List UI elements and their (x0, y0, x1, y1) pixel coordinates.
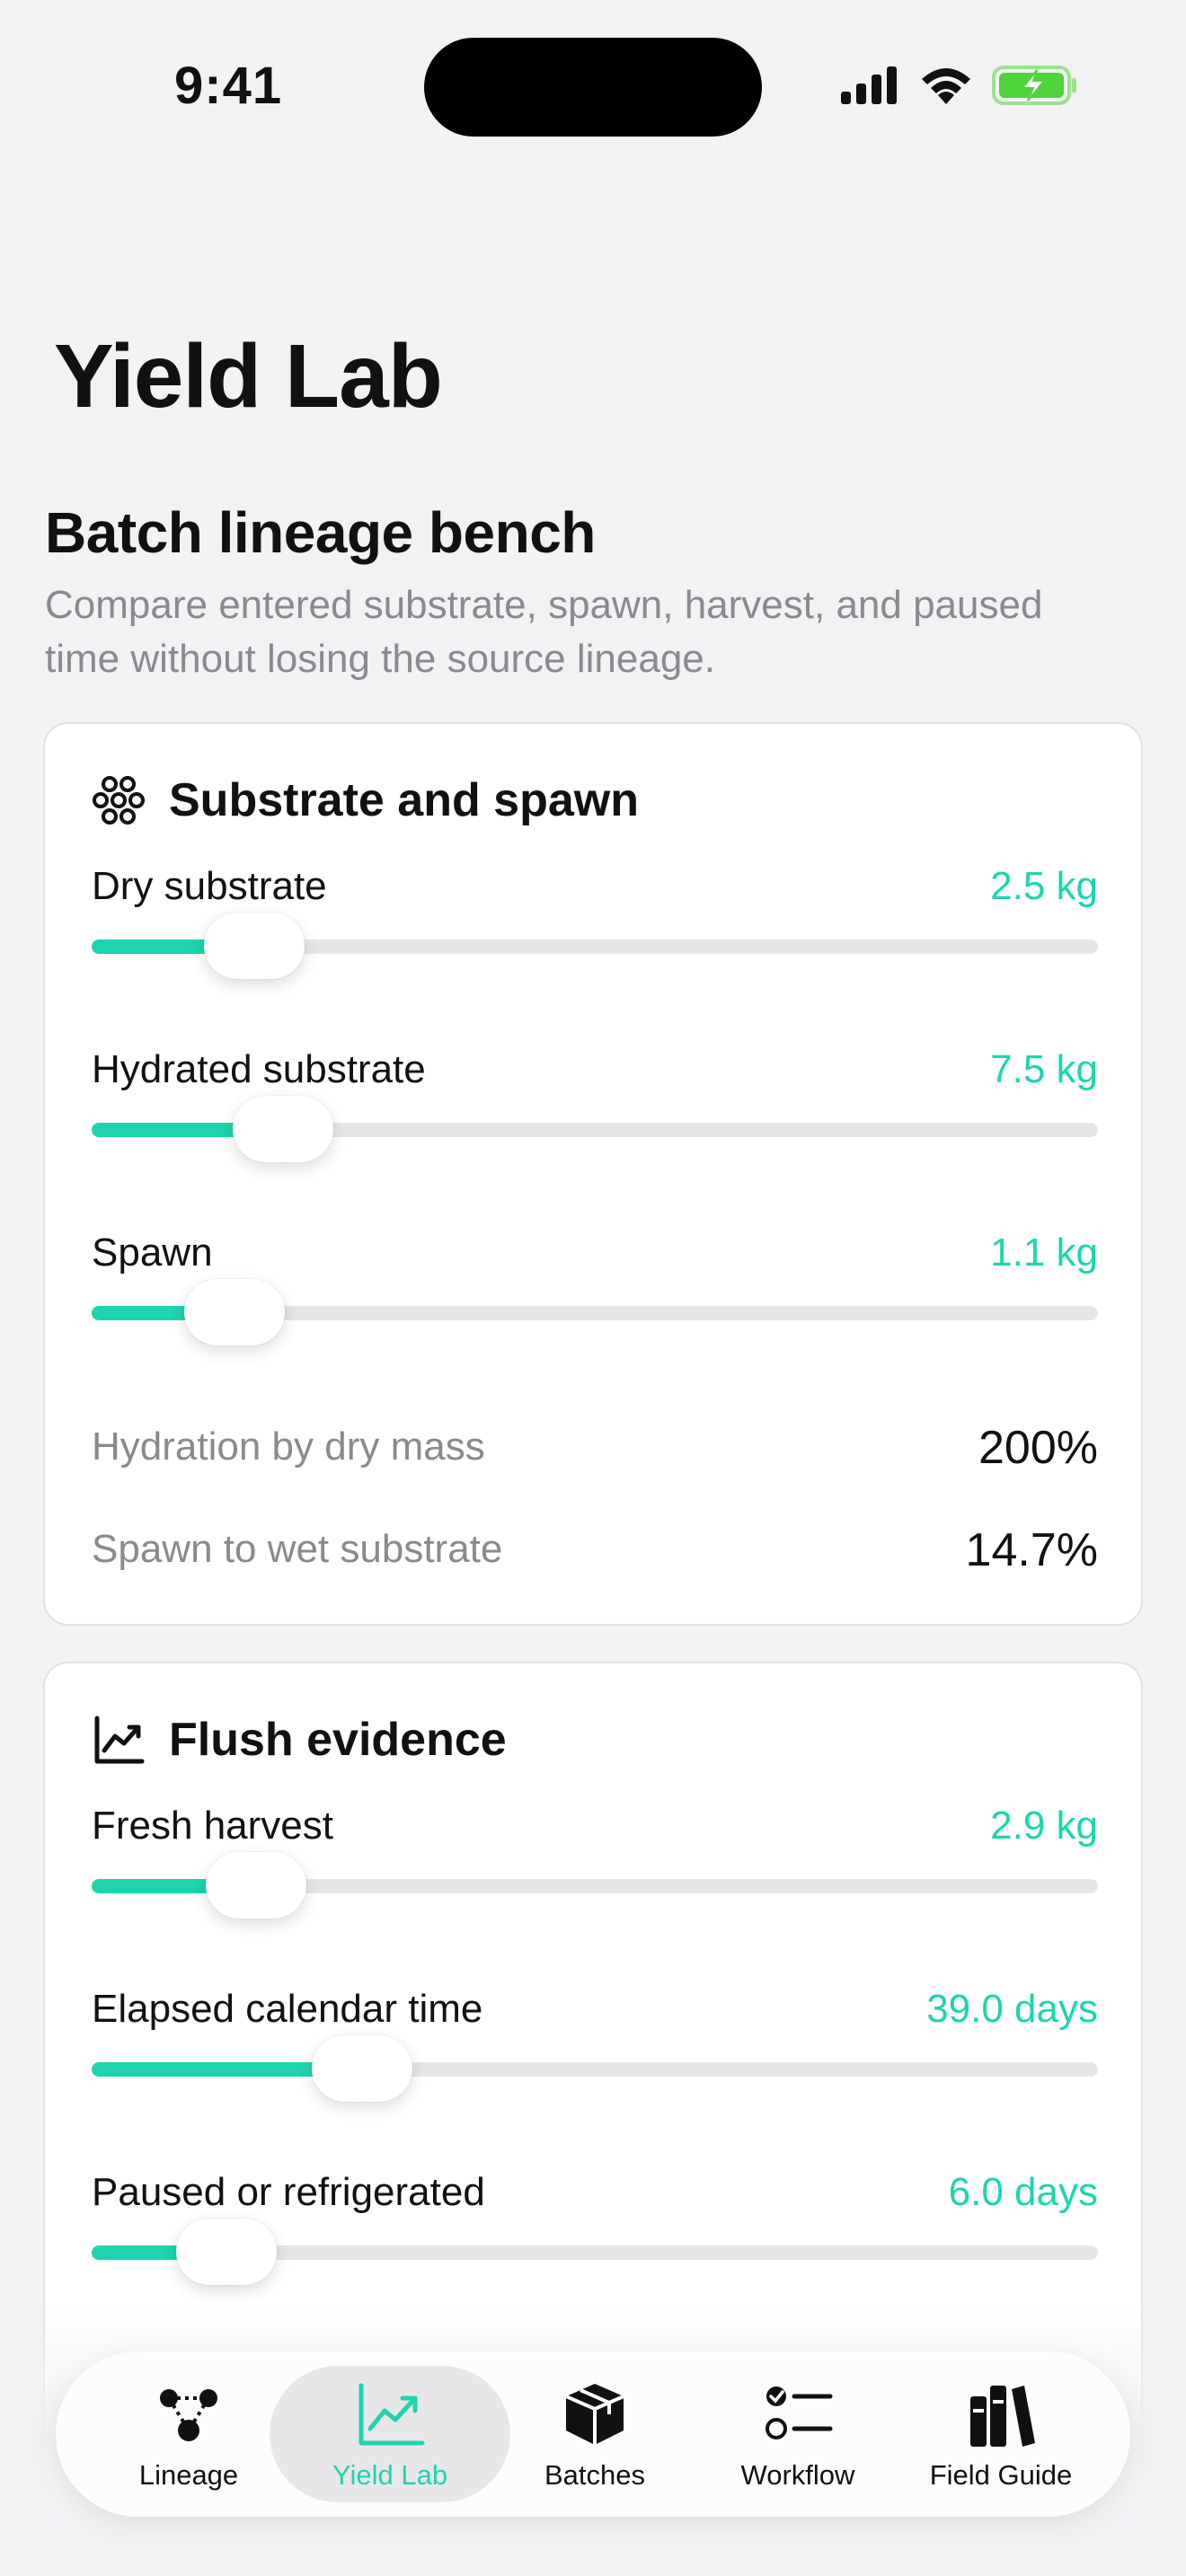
substrate-card: Substrate and spawn Dry substrate 2.5 kg… (43, 722, 1143, 1626)
slider-value: 2.5 kg (990, 864, 1098, 908)
slider-label: Elapsed calendar time (92, 1987, 483, 2031)
section-subtitle: Compare entered substrate, spawn, harves… (45, 583, 1043, 681)
tab-yield-lab[interactable]: Yield Lab (270, 2366, 510, 2502)
slider-thumb[interactable] (204, 913, 305, 979)
tab-batches[interactable]: Batches (492, 2366, 697, 2502)
cluster-icon (93, 776, 145, 825)
hydrated-substrate-slider[interactable] (92, 1096, 1098, 1162)
dry-substrate-slider[interactable] (92, 913, 1098, 979)
slider-label: Dry substrate (92, 864, 327, 908)
spawn-ratio-stat: Spawn to wet substrate 14.7% (92, 1523, 1098, 1577)
tab-field-guide[interactable]: Field Guide (898, 2366, 1103, 2502)
slider-fill (92, 2062, 336, 2077)
slider-label: Fresh harvest (92, 1804, 333, 1848)
tab-bar: Lineage Yield Lab Batches Workflow Field… (56, 2351, 1130, 2517)
box-icon (565, 2384, 624, 2445)
tab-workflow[interactable]: Workflow (695, 2366, 900, 2502)
status-bar: 9:41 (0, 0, 1186, 162)
stat-value: 200% (978, 1422, 1098, 1474)
slider-label: Paused or refrigerated (92, 2170, 485, 2214)
slider-thumb[interactable] (232, 1096, 333, 1162)
lineage-graph-icon (160, 2389, 217, 2441)
slider-fill (92, 1123, 256, 1137)
stat-value: 14.7% (965, 1524, 1098, 1576)
checklist-icon (766, 2386, 833, 2439)
slider-value: 39.0 days (926, 1987, 1098, 2031)
chart-trend-icon (358, 2383, 425, 2446)
chart-trend-icon (94, 1716, 145, 1764)
status-time: 9:41 (174, 57, 283, 115)
slider-value: 6.0 days (948, 2170, 1098, 2214)
tab-label: Workflow (740, 2459, 855, 2491)
page-title: Yield Lab (54, 326, 443, 427)
tab-label: Yield Lab (332, 2459, 448, 2491)
stat-label: Hydration by dry mass (92, 1425, 485, 1469)
tab-label: Field Guide (929, 2459, 1073, 2491)
wifi-icon (922, 68, 970, 104)
tab-label: Batches (544, 2459, 645, 2491)
section-title: Batch lineage bench (45, 500, 596, 565)
substrate-card-header: Substrate and spawn (92, 769, 639, 832)
fresh-harvest-slider[interactable] (92, 1852, 1098, 1919)
slider-label: Hydrated substrate (92, 1047, 426, 1091)
tab-label: Lineage (138, 2459, 239, 2491)
hydration-stat: Hydration by dry mass 200% (92, 1421, 1098, 1475)
slider-thumb[interactable] (312, 2035, 413, 2102)
cellular-signal-icon (841, 66, 897, 104)
books-icon (970, 2386, 1035, 2447)
slider-thumb[interactable] (206, 1852, 307, 1919)
spawn-slider[interactable] (92, 1279, 1098, 1345)
slider-value: 7.5 kg (990, 1047, 1098, 1091)
flush-card-header: Flush evidence (92, 1708, 507, 1771)
tab-lineage[interactable]: Lineage (86, 2366, 291, 2502)
slider-thumb[interactable] (183, 1279, 285, 1345)
elapsed-time-slider[interactable] (92, 2035, 1098, 2102)
flush-card-title: Flush evidence (169, 1714, 507, 1766)
slider-value: 2.9 kg (990, 1804, 1098, 1848)
substrate-card-title: Substrate and spawn (169, 774, 639, 826)
slider-value: 1.1 kg (990, 1231, 1098, 1275)
battery-charging-icon (992, 66, 1076, 105)
dynamic-island (424, 38, 762, 137)
stat-label: Spawn to wet substrate (92, 1527, 503, 1571)
paused-time-slider[interactable] (92, 2219, 1098, 2285)
slider-thumb[interactable] (175, 2219, 277, 2285)
slider-label: Spawn (92, 1231, 213, 1275)
